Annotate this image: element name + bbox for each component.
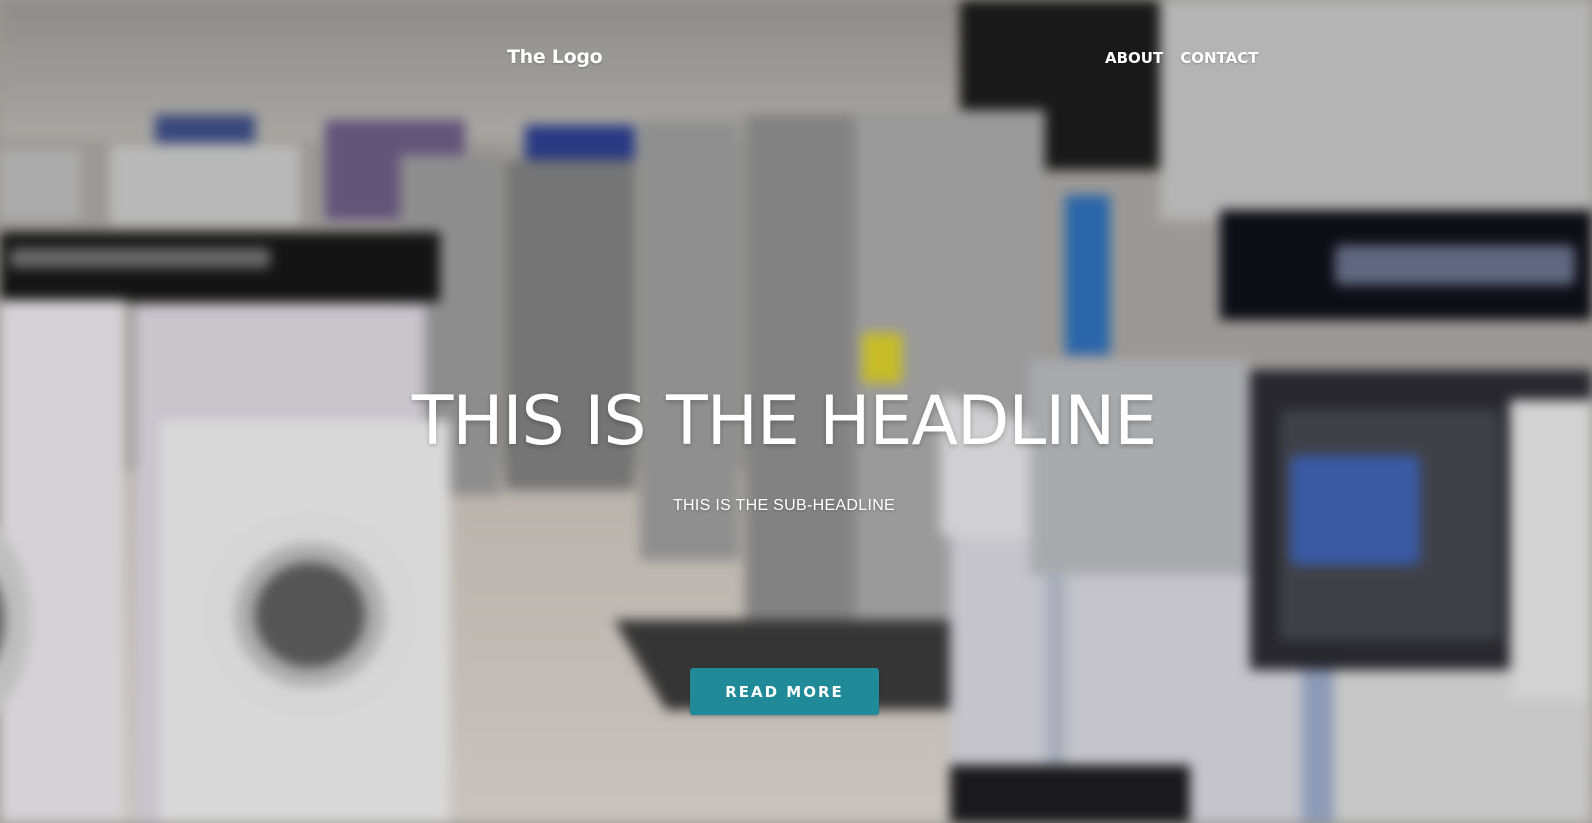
main-nav: ABOUT CONTACT bbox=[1105, 49, 1258, 67]
hero-subheadline: THIS IS THE SUB-HEADLINE bbox=[672, 497, 896, 514]
hero-headline: THIS IS THE HEADLINE bbox=[411, 382, 1157, 461]
read-more-button[interactable]: READ MORE bbox=[690, 668, 879, 715]
nav-link-about[interactable]: ABOUT bbox=[1105, 49, 1163, 67]
site-logo[interactable]: The Logo bbox=[507, 46, 603, 68]
hero-section: The Logo ABOUT CONTACT THIS IS THE HEADL… bbox=[0, 0, 1592, 823]
nav-link-contact[interactable]: CONTACT bbox=[1180, 49, 1258, 67]
